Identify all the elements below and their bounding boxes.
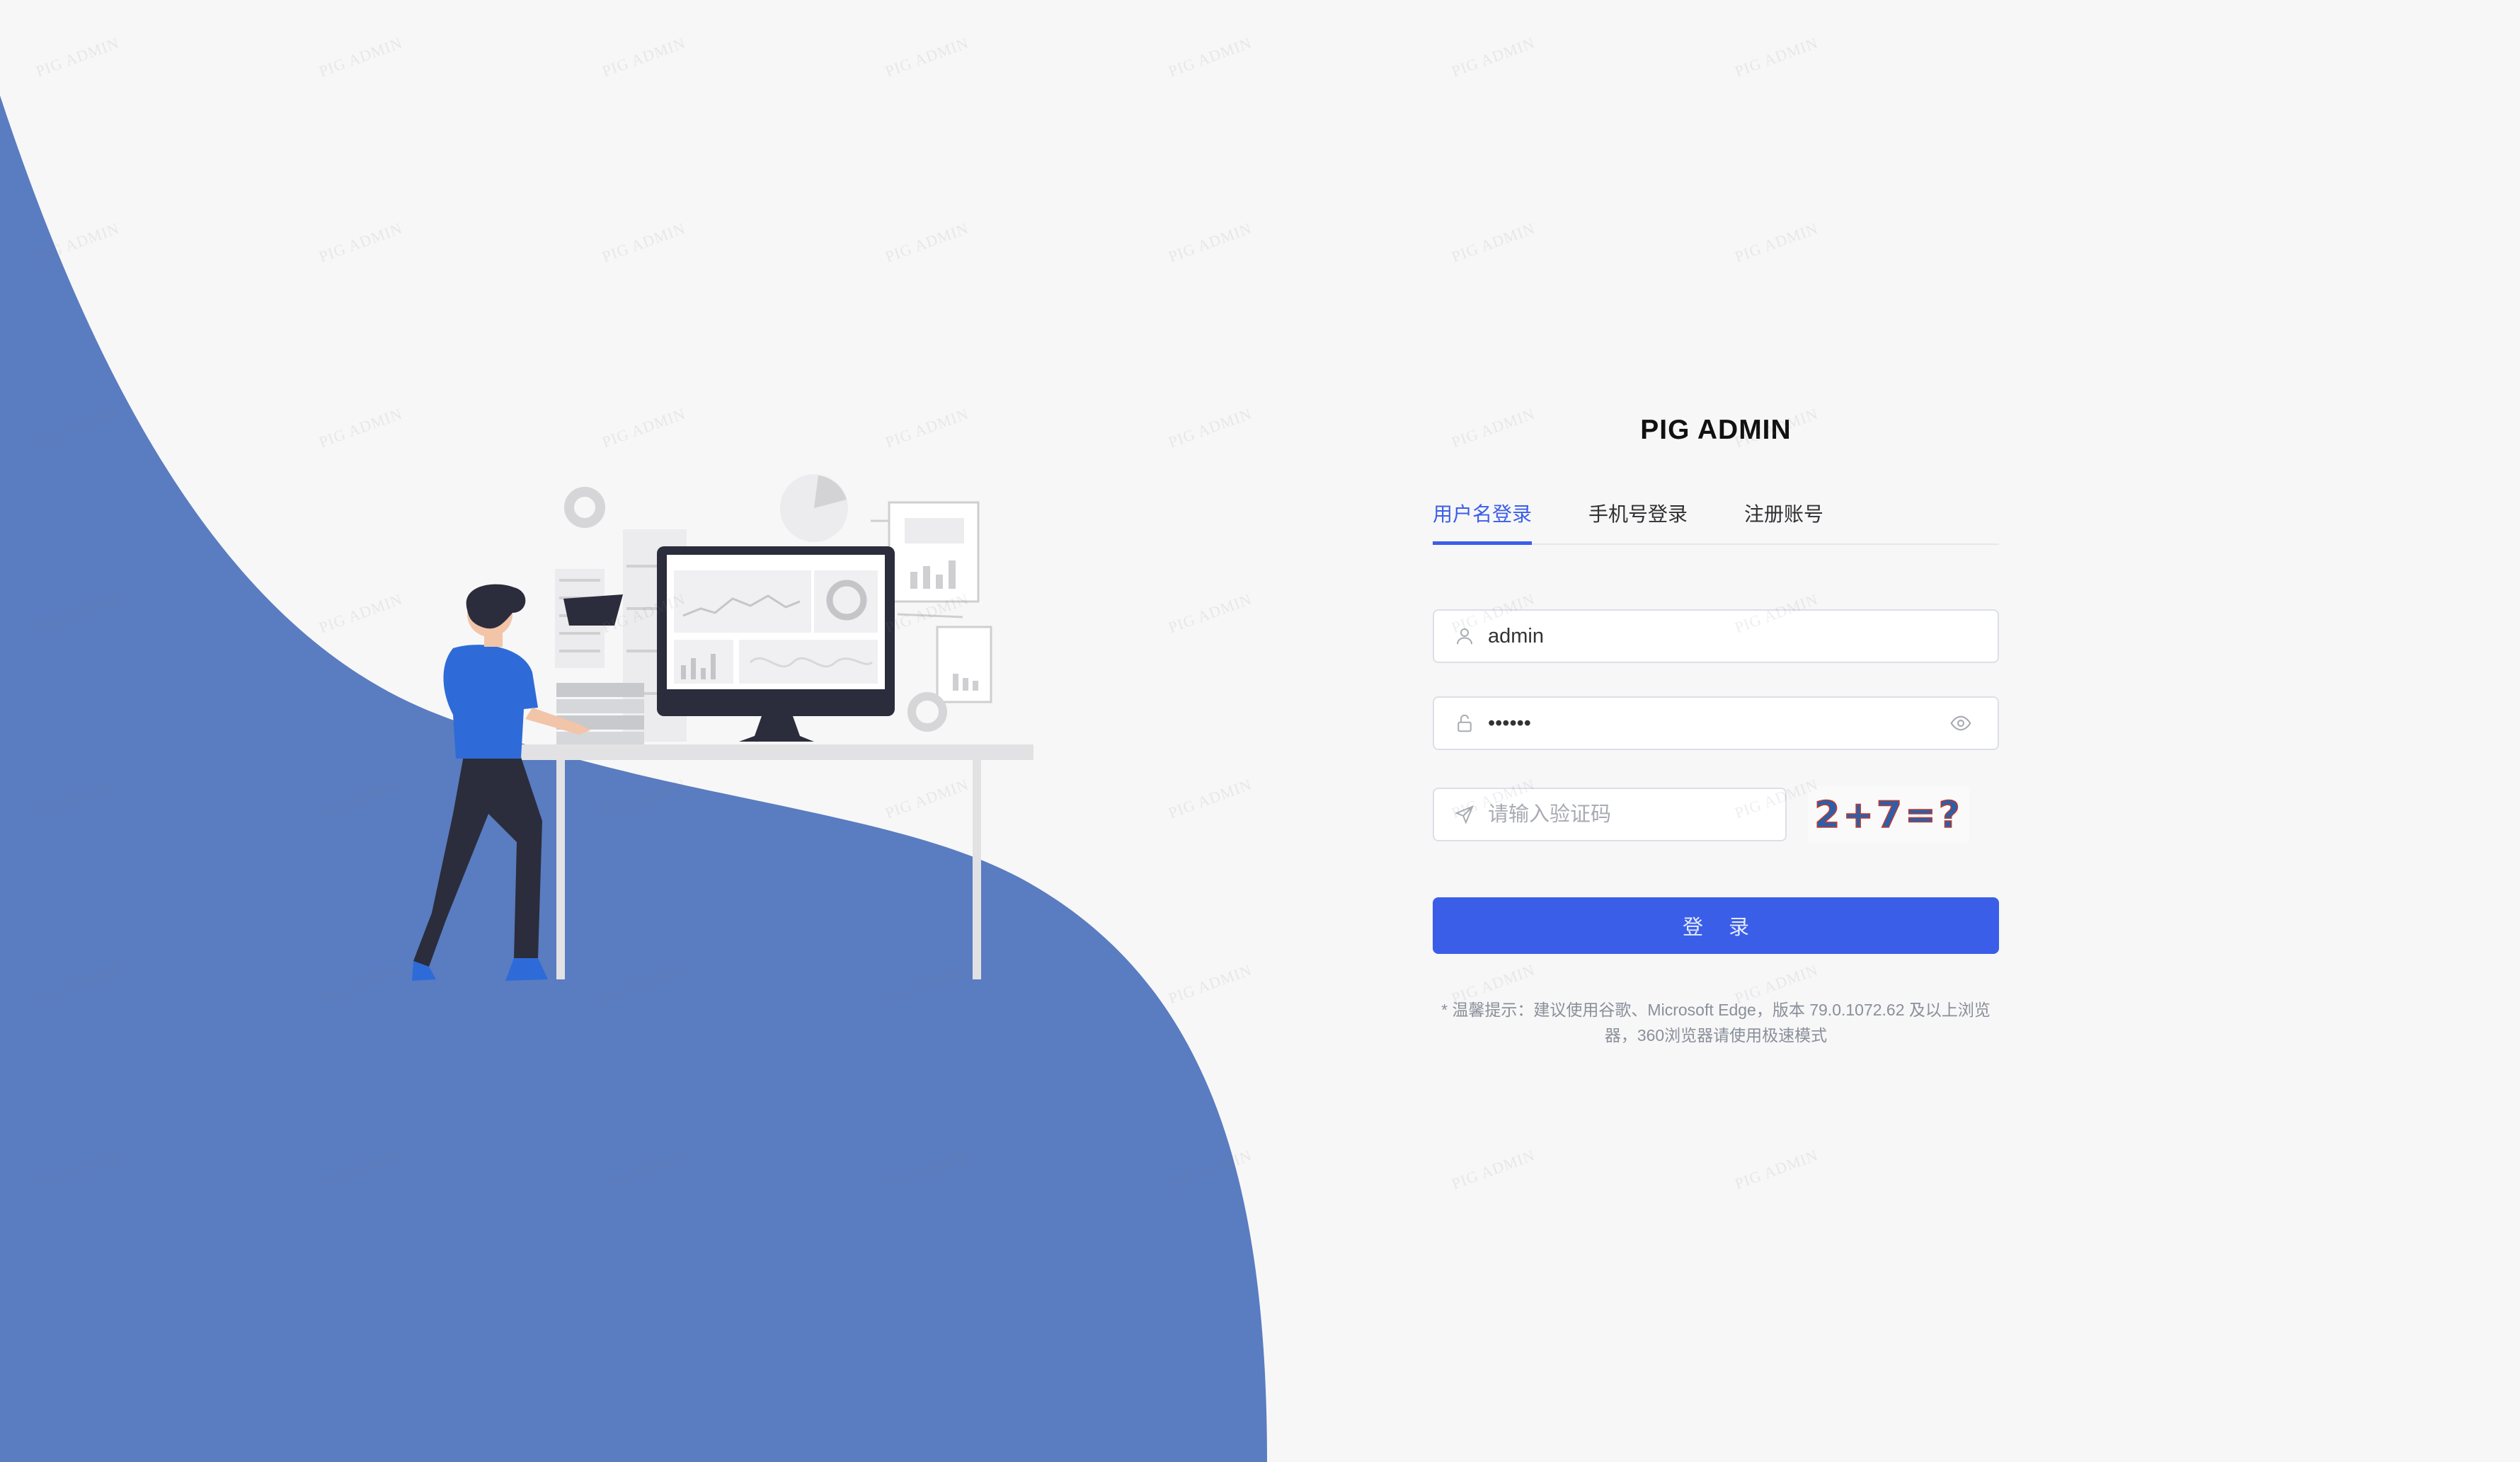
lock-icon — [1457, 714, 1472, 732]
captcha-text: 2+7=? — [1814, 794, 1963, 836]
captcha-input[interactable] — [1487, 793, 1785, 836]
captcha-image[interactable]: 2+7=? — [1808, 786, 1969, 843]
password-input[interactable] — [1487, 701, 1949, 745]
login-button[interactable]: 登 录 — [1433, 897, 1999, 954]
username-field[interactable] — [1433, 609, 1999, 663]
background-illustration — [0, 96, 1267, 1462]
tab-username-login[interactable]: 用户名登录 — [1433, 497, 1533, 545]
user-icon — [1457, 628, 1472, 645]
send-icon — [1455, 805, 1474, 824]
login-tabs: 用户名登录 手机号登录 注册账号 — [1433, 497, 1999, 545]
captcha-field[interactable] — [1433, 788, 1787, 841]
tab-phone-login[interactable]: 手机号登录 — [1588, 497, 1688, 543]
password-field[interactable] — [1433, 696, 1999, 750]
login-panel: PIG ADMIN 用户名登录 手机号登录 注册账号 2+7=? 登 录 * 温… — [1433, 410, 1999, 1044]
blue-wave-shape — [0, 96, 1267, 1462]
browser-tip: * 温馨提示：建议使用谷歌、Microsoft Edge，版本 79.0.107… — [1441, 1001, 1991, 1044]
app-title: PIG ADMIN — [1640, 415, 1792, 445]
tab-register[interactable]: 注册账号 — [1744, 497, 1823, 543]
eye-icon[interactable] — [1949, 712, 1972, 735]
username-input[interactable] — [1487, 614, 1998, 658]
